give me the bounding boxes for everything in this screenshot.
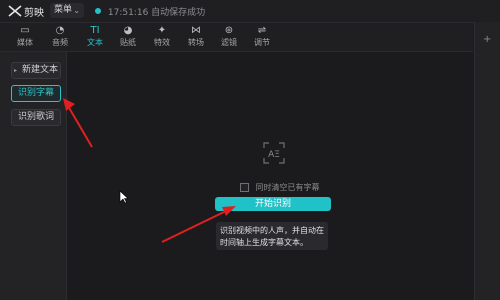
tab-effects[interactable]: ✦ 特效 xyxy=(145,25,179,49)
app-logo-icon xyxy=(8,5,22,17)
add-icon: + xyxy=(483,34,492,45)
start-recognition-button[interactable]: 开始识别 xyxy=(215,197,331,211)
checkbox-box[interactable] xyxy=(240,183,249,192)
clear-existing-subtitles-checkbox[interactable]: 同时清空已有字幕 xyxy=(240,182,320,193)
tab-adjust-label: 调节 xyxy=(254,38,270,47)
recognize-subtitles-label: 识别字幕 xyxy=(17,88,54,98)
main-panel xyxy=(67,52,473,300)
left-panel: ▸ 新建文本 识别字幕 识别歌词 xyxy=(0,52,67,300)
new-text-label: 新建文本 xyxy=(21,65,58,75)
tab-media[interactable]: ▭ 媒体 xyxy=(8,25,42,49)
tab-sticker[interactable]: ◕ 贴纸 xyxy=(111,25,145,49)
subtitle-placeholder-icon: AΞ xyxy=(263,142,285,164)
tab-filter-label: 滤镜 xyxy=(221,38,237,47)
recognize-lyrics-button[interactable]: 识别歌词 xyxy=(11,109,61,126)
adjust-icon: ⇌ xyxy=(257,25,267,36)
autosave-status: 17:51:16 自动保存成功 xyxy=(95,5,205,18)
tooltip: 识别视频中的人声，并自动在时间轴上生成字幕文本。 xyxy=(216,222,328,250)
tab-filter[interactable]: ⊛ 滤镜 xyxy=(212,25,246,49)
recognize-lyrics-label: 识别歌词 xyxy=(17,112,54,122)
tab-adjust[interactable]: ⇌ 调节 xyxy=(245,25,279,49)
effects-icon: ✦ xyxy=(157,25,167,36)
title-bar: 剪映 菜单 ⌄ 17:51:16 自动保存成功 xyxy=(0,0,500,23)
app-name: 剪映 xyxy=(24,8,44,19)
tab-effects-label: 特效 xyxy=(154,38,170,47)
menu-button[interactable]: 菜单 ⌄ xyxy=(50,3,84,18)
sticker-icon: ◕ xyxy=(123,25,133,36)
tab-transition[interactable]: ⋈ 转场 xyxy=(179,25,213,49)
transition-icon: ⋈ xyxy=(191,25,201,36)
placeholder-text: AΞ xyxy=(268,150,280,160)
text-icon: TI xyxy=(90,25,100,36)
menu-label: 菜单 xyxy=(54,5,73,15)
media-icon: ▭ xyxy=(20,25,30,36)
right-panel-strip: + xyxy=(474,22,500,300)
chevron-down-icon: ⌄ xyxy=(73,6,80,15)
main-toolbar: ▭ 媒体 ◔ 音频 TI 文本 ◕ 贴纸 ✦ 特效 ⋈ 转场 ⊛ 滤镜 ⇌ 调节 xyxy=(0,23,473,52)
caret-right-icon: ▸ xyxy=(14,67,18,74)
new-text-button[interactable]: ▸ 新建文本 xyxy=(11,62,61,79)
tab-media-label: 媒体 xyxy=(17,38,33,47)
recognize-subtitles-button[interactable]: 识别字幕 xyxy=(11,85,61,102)
tab-audio[interactable]: ◔ 音频 xyxy=(43,25,77,49)
status-text: 17:51:16 自动保存成功 xyxy=(107,8,206,18)
audio-icon: ◔ xyxy=(55,25,65,36)
tab-audio-label: 音频 xyxy=(52,38,68,47)
status-dot-icon xyxy=(95,8,101,14)
tab-sticker-label: 贴纸 xyxy=(120,38,136,47)
mouse-cursor-icon xyxy=(119,190,129,204)
tab-text[interactable]: TI 文本 xyxy=(78,25,112,49)
checkbox-label: 同时清空已有字幕 xyxy=(255,183,320,192)
tab-text-label: 文本 xyxy=(87,38,103,47)
tab-transition-label: 转场 xyxy=(188,38,204,47)
filter-icon: ⊛ xyxy=(224,25,234,36)
